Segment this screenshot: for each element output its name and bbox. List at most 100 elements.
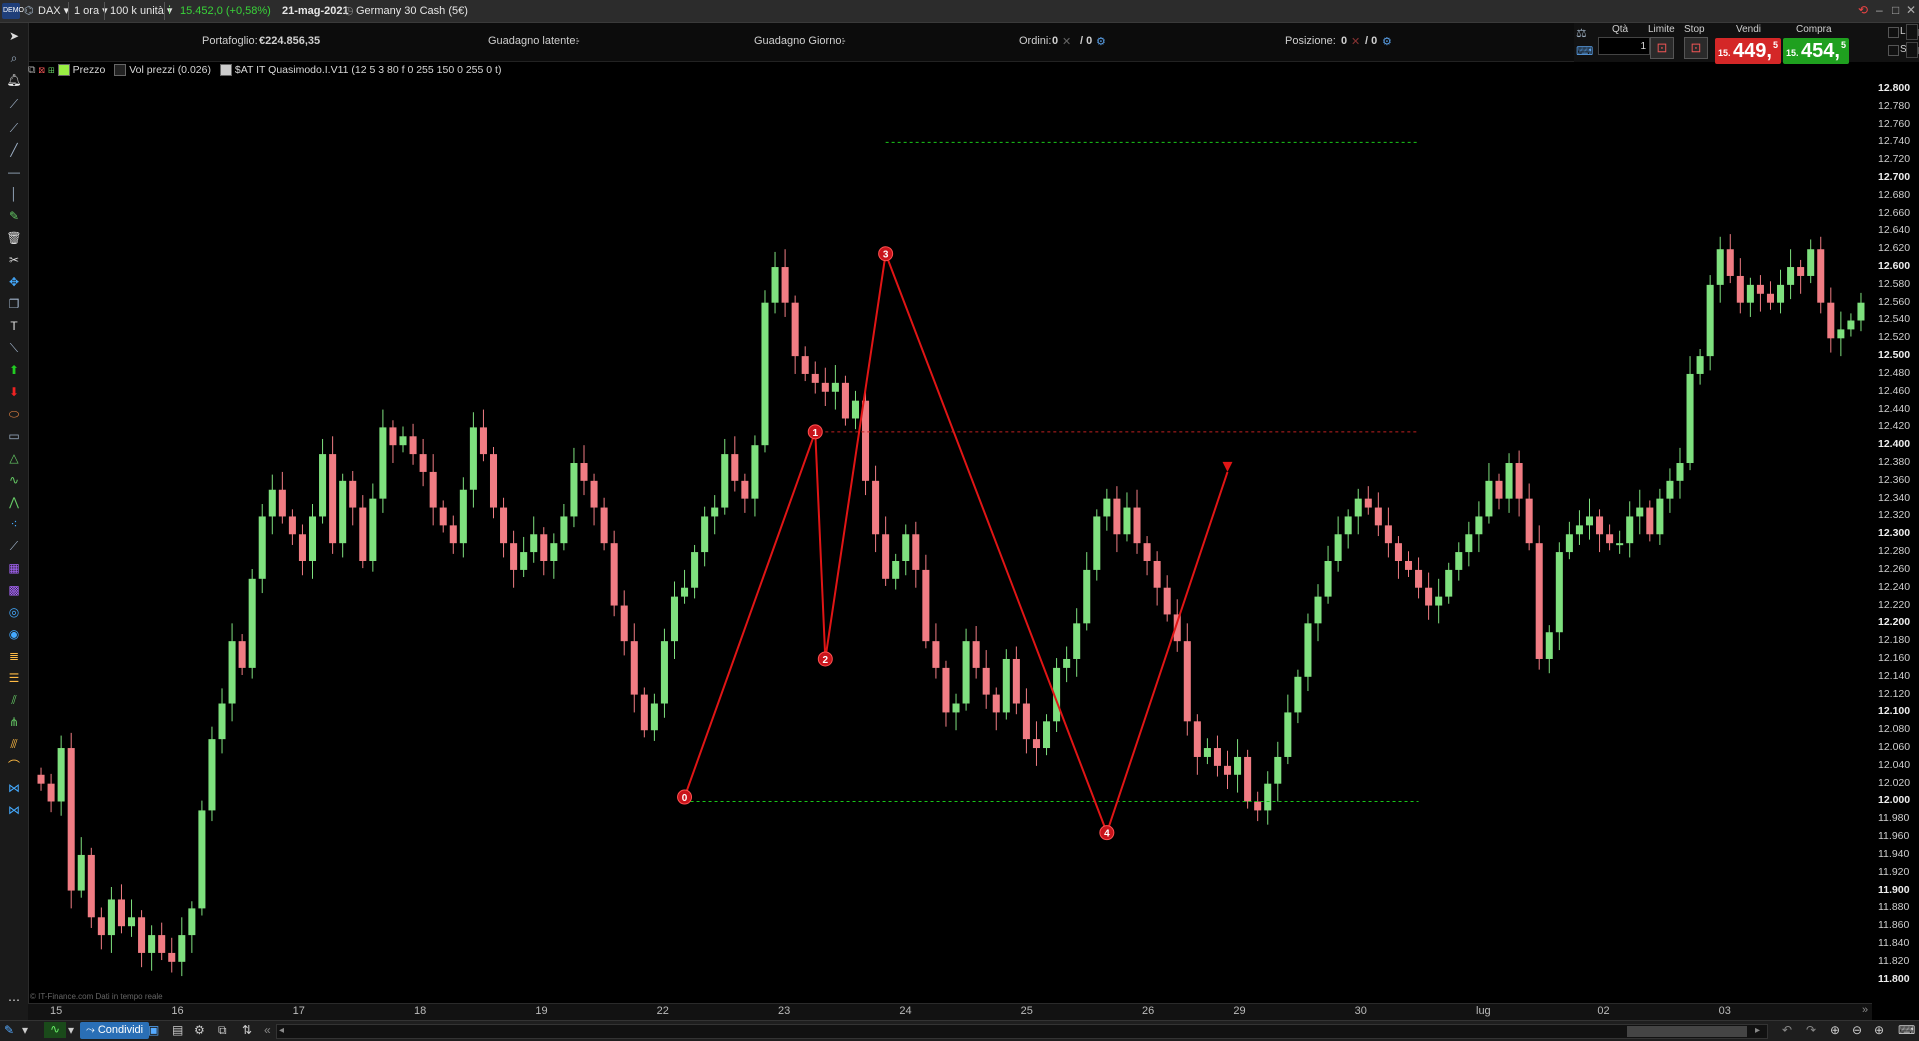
rectangle-icon[interactable]: ▭ [6, 429, 22, 443]
ruler-icon[interactable]: ⟋ [6, 97, 22, 111]
keyboard-shortcut-icon[interactable]: ⌨ [1898, 1023, 1915, 1037]
chart-scrollbar[interactable]: ◂ ▸ [276, 1024, 1768, 1039]
zoom-in-icon[interactable]: ⊕ [1874, 1023, 1884, 1037]
hline-icon[interactable]: — [6, 165, 22, 179]
scroll-right-arrow-icon[interactable]: ▸ [1755, 1025, 1760, 1036]
trash-icon[interactable]: 🗑︎ [6, 231, 22, 245]
ellipse-icon[interactable]: ⬭ [6, 407, 22, 421]
price-axis[interactable]: 12.800 12.780 12.760 12.740 12.720 12.700 12.6… [1872, 62, 1919, 1007]
instrument-selector[interactable]: DAX ▾ [38, 3, 69, 19]
pattern-icon[interactable]: ⋀ [6, 495, 22, 509]
orders-settings-icon[interactable]: ⚙ [1096, 35, 1106, 48]
legend-price[interactable]: Prezzo [73, 64, 106, 76]
stop-order-button[interactable]: ⊡ [1684, 37, 1708, 59]
dots-icon[interactable]: ⁖ [6, 517, 22, 531]
brush-icon[interactable]: ⟍ [6, 341, 22, 355]
collapse-icon[interactable]: « [264, 1023, 271, 1037]
fib-fan-icon[interactable]: ⫻ [6, 737, 22, 751]
redo-icon[interactable]: ↷ [1806, 1023, 1816, 1037]
time-axis[interactable]: 15 16 17 18 19 22 23 24 25 26 29 30 lug 02 03 [28, 1003, 1872, 1020]
xabcd-icon[interactable]: ⋈ [6, 803, 22, 817]
candle-body [922, 569, 930, 642]
cursor-icon[interactable]: ➤ [6, 29, 22, 43]
position-settings-icon[interactable]: ⚙ [1382, 35, 1392, 48]
orders-label: Ordini: [1019, 35, 1052, 47]
qty-input[interactable] [1598, 37, 1650, 55]
buy-button[interactable]: 15. 454, 5 [1783, 38, 1849, 64]
legend-volume[interactable]: Vol prezzi (0.026) [129, 64, 211, 76]
s-input[interactable] [1906, 42, 1918, 58]
chart-type-icon[interactable]: ∿ [44, 1022, 66, 1038]
calculator-icon[interactable]: ⚖ [1576, 26, 1594, 40]
keyboard-icon[interactable]: ⌨ [1576, 44, 1594, 58]
fib-retracement-icon[interactable]: ☰ [6, 671, 22, 685]
orders-cancel-icon[interactable]: ✕ [1062, 35, 1071, 48]
arrow-up-icon[interactable]: ⬆ [6, 363, 22, 377]
more-tools-icon[interactable]: ⋯ [6, 993, 22, 1007]
table-icon[interactable]: ▤ [172, 1023, 183, 1037]
price-chart[interactable]: 0 1 2 3 4 [28, 62, 1868, 1007]
position-close-icon[interactable]: ✕ [1351, 35, 1360, 48]
line-icon[interactable]: ╱ [6, 143, 22, 157]
circle-icon[interactable]: ◉ [6, 627, 22, 641]
copyright-text: © IT-Finance.com Dati in tempo reale [30, 992, 163, 1001]
timeframe-selector[interactable]: 1 ora ▾ [74, 3, 108, 19]
limit-order-button[interactable]: ⊡ [1650, 37, 1674, 59]
price-tick: 11.800 [1878, 972, 1910, 985]
window-split-icon[interactable]: ⧉ [218, 1023, 227, 1038]
candle-body [731, 454, 739, 481]
channel-icon[interactable]: ⫽ [6, 693, 22, 707]
candle-body [1766, 293, 1774, 303]
wave-icon[interactable]: ∿ [6, 473, 22, 487]
sell-button[interactable]: 15. 449, 5 [1715, 38, 1781, 64]
close-chart-icon[interactable]: ⊠ [38, 64, 45, 76]
instrument-icon[interactable]: ⌬ [24, 3, 34, 19]
draw-menu-icon[interactable]: ✎ [4, 1023, 14, 1037]
text-icon[interactable]: T [6, 319, 22, 333]
l-input[interactable] [1906, 24, 1918, 40]
tools-icon[interactable]: ✂ [6, 253, 22, 267]
alert-bell-icon[interactable]: 🔔︎ [6, 73, 22, 87]
fibonacci-icon[interactable]: ≣ [6, 649, 22, 663]
vline-icon[interactable]: │ [6, 187, 22, 201]
grid-icon[interactable]: ▦ [6, 561, 22, 575]
pitchfork-icon[interactable]: ⋔ [6, 715, 22, 729]
candle-body [600, 507, 608, 544]
sync-icon[interactable]: ⟲ [1858, 3, 1868, 17]
s-checkbox[interactable] [1888, 45, 1899, 56]
fan-icon[interactable]: ⟋ [6, 539, 22, 553]
triangle-icon[interactable]: △ [6, 451, 22, 465]
add-indicator-icon[interactable]: ⊞ [48, 64, 55, 76]
l-checkbox[interactable] [1888, 27, 1899, 38]
arrow-down-icon[interactable]: ⬇ [6, 385, 22, 399]
zoom-out-icon[interactable]: ⊖ [1852, 1023, 1862, 1037]
scroll-right-icon[interactable]: » [1862, 1004, 1868, 1016]
scrollbar-thumb[interactable] [1627, 1026, 1747, 1037]
elliott-icon[interactable]: ⋈ [6, 781, 22, 795]
segment-icon[interactable]: ⟋ [6, 121, 22, 135]
settings-icon[interactable]: ⚙ [194, 1023, 205, 1037]
chart-type-dropdown-icon[interactable]: ▾ [68, 1023, 74, 1037]
candle-body [640, 694, 648, 731]
undo-icon[interactable]: ↶ [1782, 1023, 1792, 1037]
price-tick: 12.780 [1878, 99, 1911, 112]
maximize-icon[interactable]: □ [1892, 3, 1899, 17]
zoom-fit-icon[interactable]: ⊕ [1830, 1023, 1840, 1037]
zoom-icon[interactable]: ⌕ [6, 51, 22, 65]
window-icon[interactable]: ⧉ [28, 64, 36, 76]
close-icon[interactable]: ✕ [1906, 3, 1916, 17]
dropdown-icon[interactable]: ▾ [22, 1023, 28, 1037]
scroll-left-arrow-icon[interactable]: ◂ [279, 1025, 284, 1036]
minimize-icon[interactable]: – [1876, 3, 1883, 17]
compare-icon[interactable]: ⇅ [242, 1023, 252, 1037]
move-icon[interactable]: ✥ [6, 275, 22, 289]
spiral-icon[interactable]: ◎ [6, 605, 22, 619]
legend-indicator[interactable]: $AT IT Quasimodo.I.V11 (12 5 3 80 f 0 25… [235, 64, 502, 76]
pencil-icon[interactable]: ✎ [6, 209, 22, 223]
copy-icon[interactable]: ❐ [6, 297, 22, 311]
layout-icon[interactable]: ▣ [148, 1023, 159, 1037]
candle-body [670, 596, 679, 642]
fib-arcs-icon[interactable]: ⌒ [6, 759, 22, 773]
share-button[interactable]: ⤳ Condividi [80, 1022, 150, 1039]
gann-icon[interactable]: ▩ [6, 583, 22, 597]
